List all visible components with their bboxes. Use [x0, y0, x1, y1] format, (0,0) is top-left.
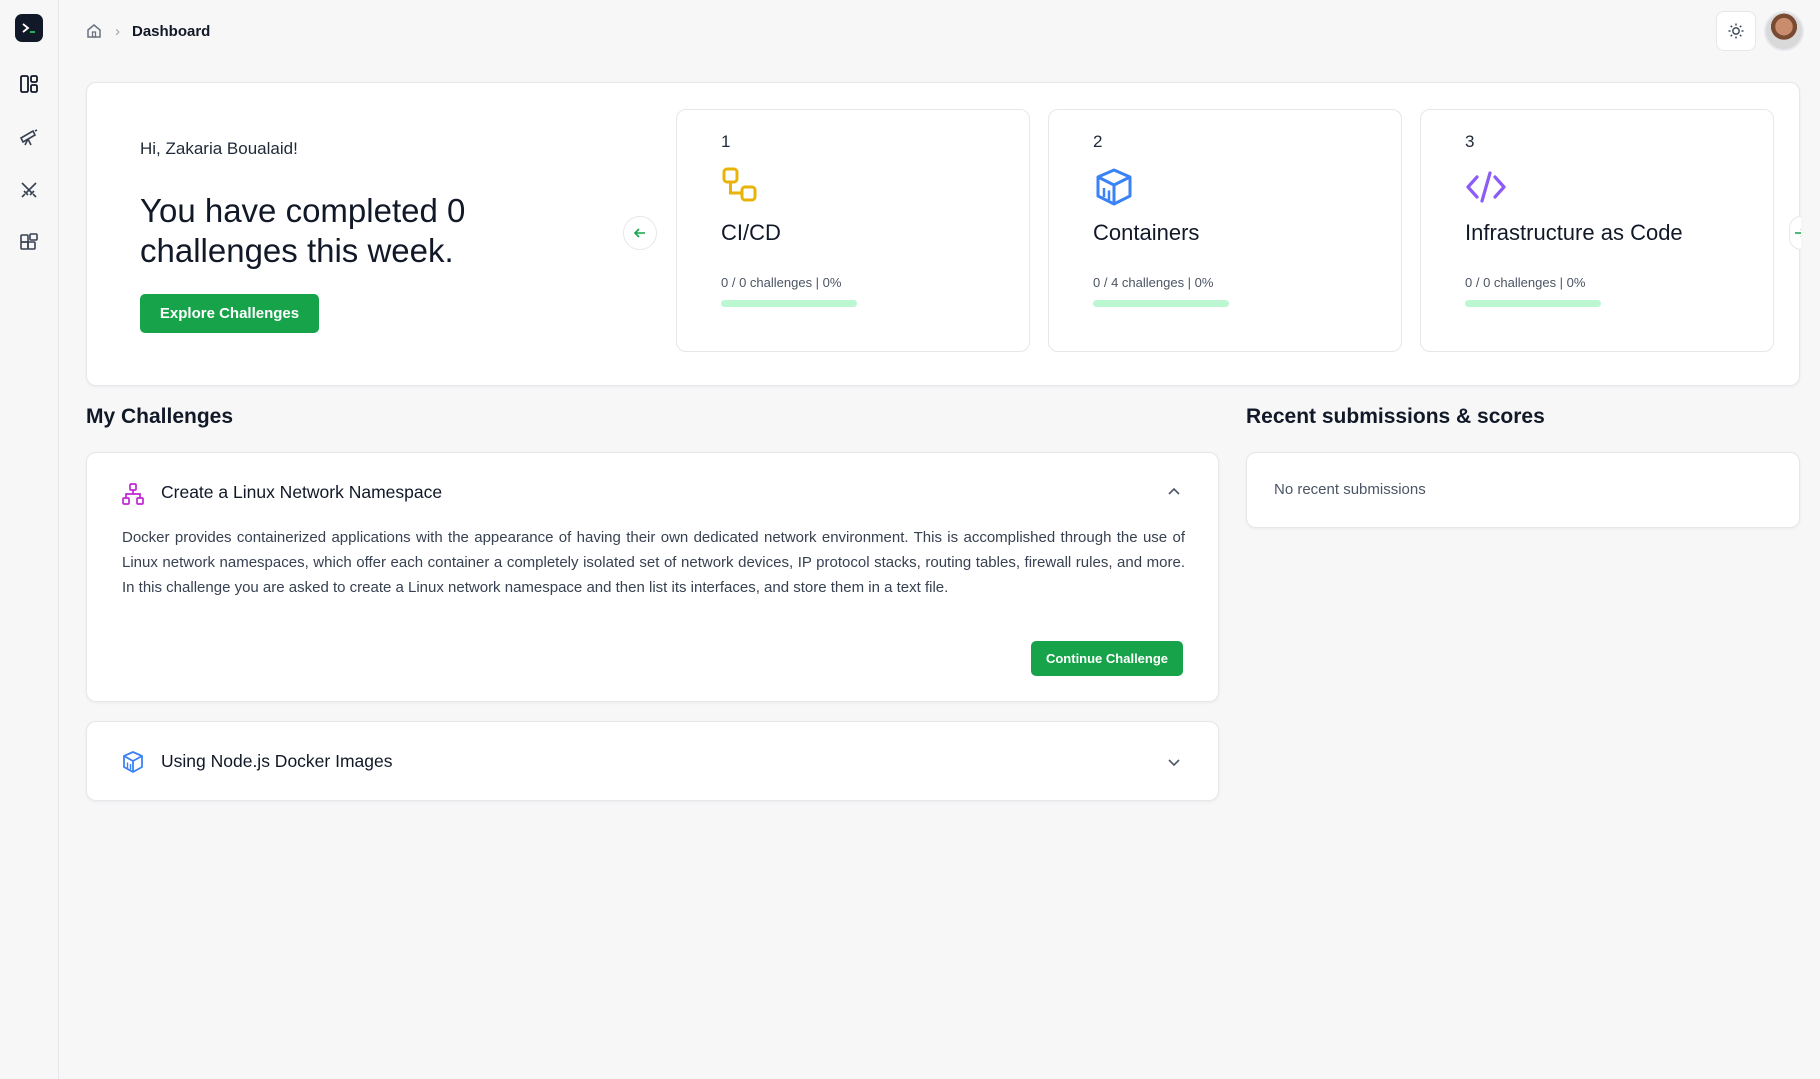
category-title: Containers [1093, 220, 1200, 245]
user-avatar[interactable] [1764, 11, 1804, 51]
carousel-prev-button[interactable] [623, 216, 657, 250]
breadcrumb-current: Dashboard [132, 22, 211, 40]
network-icon [122, 483, 144, 505]
category-card-containers[interactable]: 2 Containers 0 / 4 challenges | 0% [1048, 109, 1402, 352]
challenge-card-collapsed[interactable]: Using Node.js Docker Images [86, 721, 1219, 801]
sidebar-item-dashboard[interactable] [9, 64, 49, 104]
home-icon[interactable] [85, 22, 103, 40]
my-challenges-title: My Challenges [86, 405, 234, 428]
app-logo[interactable] [15, 14, 43, 42]
sun-icon [1728, 23, 1744, 39]
sidebar-item-integrations[interactable] [9, 223, 49, 263]
chevron-up-icon[interactable] [1166, 484, 1182, 500]
category-card-iac[interactable]: 3 Infrastructure as Code 0 / 0 challenge… [1420, 109, 1774, 352]
weekly-progress-headline: You have completed 0 challenges this wee… [140, 192, 466, 269]
terminal-icon [22, 23, 35, 33]
theme-toggle-button[interactable] [1716, 11, 1756, 51]
category-title: Infrastructure as Code [1465, 220, 1683, 245]
sidebar [0, 0, 59, 1079]
challenge-card-expanded: Create a Linux Network Namespace Docker … [86, 452, 1219, 702]
challenge-title[interactable]: Using Node.js Docker Images [161, 751, 392, 772]
sidebar-item-challenges[interactable] [9, 170, 49, 210]
category-progress-bar [1093, 300, 1229, 307]
hero-panel: Hi, Zakaria Boualaid! You have completed… [86, 82, 1801, 386]
category-progress-bar [1465, 300, 1601, 307]
category-title: CI/CD [721, 220, 781, 245]
cicd-icon [722, 167, 757, 202]
telescope-icon [19, 129, 38, 146]
layout-dashboard-icon [20, 75, 38, 93]
category-number: 1 [721, 132, 731, 151]
empty-state-text: No recent submissions [1274, 481, 1426, 498]
category-progress-text: 0 / 0 challenges | 0% [721, 275, 842, 290]
arrow-left-icon [633, 228, 645, 238]
container-box-icon [123, 751, 143, 773]
challenge-title[interactable]: Create a Linux Network Namespace [161, 482, 442, 503]
chevron-right-icon: › [115, 22, 120, 40]
continue-challenge-button[interactable]: Continue Challenge [1031, 641, 1183, 676]
chevron-down-icon[interactable] [1166, 754, 1182, 770]
category-number: 3 [1465, 132, 1475, 151]
container-box-icon [1096, 168, 1132, 206]
recent-submissions-panel: No recent submissions [1246, 452, 1800, 528]
challenge-description: Docker provides containerized applicatio… [122, 529, 1185, 596]
top-bar: › Dashboard [59, 0, 1820, 62]
category-number: 2 [1093, 132, 1103, 151]
category-progress-bar [721, 300, 857, 307]
arrow-right-icon [1795, 229, 1801, 237]
recent-submissions-title: Recent submissions & scores [1246, 405, 1545, 428]
blocks-icon [20, 233, 38, 250]
category-progress-text: 0 / 4 challenges | 0% [1093, 275, 1214, 290]
code-icon [1466, 171, 1506, 203]
category-card-cicd[interactable]: 1 CI/CD 0 / 0 challenges | 0% [676, 109, 1030, 352]
category-progress-text: 0 / 0 challenges | 0% [1465, 275, 1586, 290]
greeting-text: Hi, Zakaria Boualaid! [140, 139, 298, 158]
swords-icon [21, 182, 37, 198]
carousel-next-button[interactable] [1789, 216, 1801, 250]
sidebar-item-explore[interactable] [9, 117, 49, 157]
explore-challenges-button[interactable]: Explore Challenges [140, 294, 319, 333]
